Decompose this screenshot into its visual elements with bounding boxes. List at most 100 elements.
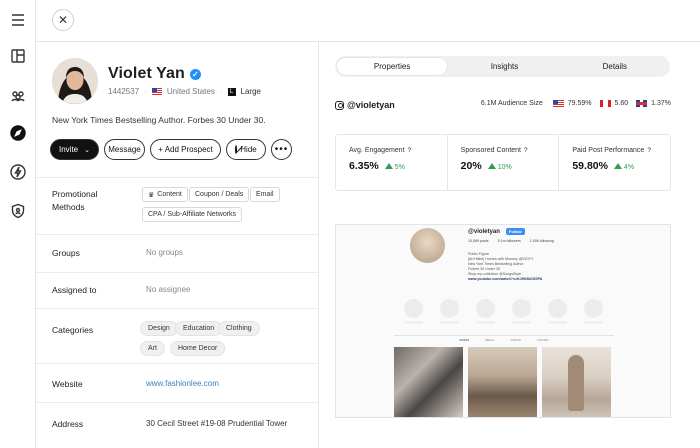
hide-button[interactable]: Hide bbox=[226, 139, 266, 160]
categories-row: Categories Design Education Clothing Art… bbox=[36, 308, 318, 363]
story-highlight-label bbox=[584, 321, 603, 324]
story-highlight bbox=[476, 299, 495, 318]
instagram-preview[interactable]: @violetyan Follow 10,069 posts 5.1m foll… bbox=[335, 224, 671, 418]
promotional-methods-row: Promotional Methods ♛ Content Coupon / D… bbox=[36, 177, 318, 234]
story-highlight-label bbox=[548, 321, 567, 324]
assigned-value[interactable]: No assignee bbox=[146, 285, 190, 294]
stat-value: 6.35% bbox=[349, 160, 379, 172]
help-icon[interactable]: ? bbox=[524, 147, 528, 154]
message-button[interactable]: Message bbox=[104, 139, 145, 160]
chip-coupon: Coupon / Deals bbox=[189, 187, 250, 202]
crown-icon: ♛ bbox=[148, 191, 155, 199]
audience-size: 6.1M Audience Size bbox=[480, 100, 543, 107]
story-highlight-label bbox=[440, 321, 459, 324]
category-clothing: Clothing bbox=[218, 321, 260, 336]
action-bar: Invite ⌄ Message + Add Prospect Hide ••• bbox=[50, 139, 292, 160]
preview-post-image bbox=[468, 347, 537, 417]
invite-label: Invite bbox=[59, 145, 79, 154]
profile-id: 1442537 bbox=[108, 87, 140, 96]
us-flag-icon bbox=[552, 100, 564, 107]
avatar bbox=[52, 58, 98, 104]
profile-panel: Violet Yan ✓ 1442537 · United States · L… bbox=[36, 42, 319, 448]
close-icon: ✕ bbox=[57, 13, 69, 27]
chip-content: ♛ Content bbox=[142, 187, 188, 202]
verified-icon: ✓ bbox=[189, 68, 201, 80]
compass-icon[interactable] bbox=[9, 124, 27, 142]
preview-tab-tagged: TAGGED bbox=[536, 338, 549, 342]
story-highlight bbox=[584, 299, 603, 318]
website-label: Website bbox=[52, 379, 83, 389]
profile-bio: New York Times Bestselling Author. Forbe… bbox=[52, 115, 266, 125]
website-link[interactable]: www.fashionlee.com bbox=[146, 379, 219, 388]
preview-tab-videos: VIDEOS bbox=[510, 338, 521, 342]
preview-bio: Public Figure [Art+Mike] Homes with Momm… bbox=[468, 252, 542, 282]
hide-icon bbox=[235, 145, 244, 154]
category-home-decor: Home Decor bbox=[170, 341, 226, 356]
preview-tab-reels: REELS bbox=[485, 338, 495, 342]
stat-delta: 5% bbox=[384, 163, 405, 171]
instagram-handle[interactable]: @violetyan bbox=[347, 100, 395, 110]
groups-row: Groups No groups bbox=[36, 234, 318, 272]
more-options-button[interactable]: ••• bbox=[271, 139, 292, 160]
audience-uk-pct: 1.37% bbox=[651, 100, 671, 107]
chip-email: Email bbox=[250, 187, 280, 202]
preview-handle: @violetyan bbox=[468, 228, 500, 235]
address-value: 30 Cecil Street #19-08 Prudential Tower bbox=[146, 419, 288, 428]
preview-handle-row: @violetyan Follow bbox=[468, 228, 525, 235]
tab-insights[interactable]: Insights bbox=[449, 56, 559, 77]
lightning-icon[interactable] bbox=[9, 163, 27, 181]
preview-post-image bbox=[394, 347, 463, 417]
chevron-down-icon: ⌄ bbox=[84, 146, 90, 154]
story-highlight bbox=[512, 299, 531, 318]
help-icon[interactable]: ? bbox=[408, 147, 412, 154]
website-row: Website www.fashionlee.com bbox=[36, 363, 318, 402]
profile-name: Violet Yan bbox=[108, 65, 185, 82]
stat-delta: 4% bbox=[613, 163, 635, 171]
address-row: Address 30 Cecil Street #19-08 Prudentia… bbox=[36, 402, 318, 448]
audience-us-pct: 79.59% bbox=[567, 100, 592, 107]
story-highlight-label bbox=[512, 321, 531, 324]
top-bar: ✕ bbox=[36, 0, 700, 42]
add-prospect-button[interactable]: + Add Prospect bbox=[150, 139, 221, 160]
profile-name-row: Violet Yan ✓ bbox=[108, 65, 201, 83]
help-icon[interactable]: ? bbox=[647, 147, 651, 154]
stat-title: Sponsored Content bbox=[460, 147, 521, 154]
menu-icon[interactable] bbox=[9, 11, 27, 29]
trend-up-icon bbox=[613, 163, 622, 169]
trend-up-icon bbox=[384, 163, 393, 169]
audience-ca-pct: 5.60 bbox=[614, 100, 629, 107]
category-art: Art bbox=[140, 341, 165, 356]
stat-delta-value: 4% bbox=[623, 164, 635, 171]
instagram-icon bbox=[335, 100, 344, 110]
instagram-header: @violetyan 6.1M Audience Size 79.59% 5.6… bbox=[335, 98, 671, 112]
stat-paid-post-performance: Paid Post Performance? 59.80% 4% bbox=[559, 135, 670, 190]
stat-delta: 10% bbox=[487, 163, 512, 171]
stat-value: 59.80% bbox=[572, 160, 608, 172]
profile-size: Large bbox=[240, 87, 261, 96]
stat-title: Avg. Engagement bbox=[349, 147, 405, 154]
tab-details[interactable]: Details bbox=[560, 56, 670, 77]
invite-button[interactable]: Invite ⌄ bbox=[50, 139, 99, 160]
groups-label: Groups bbox=[52, 248, 80, 258]
meta-separator: · bbox=[219, 87, 223, 96]
layout-icon[interactable] bbox=[9, 47, 27, 65]
shield-icon[interactable] bbox=[9, 202, 27, 220]
preview-following: 1,006 following bbox=[529, 239, 554, 243]
stats-panel: Avg. Engagement? 6.35% 5% Sponsored Conte… bbox=[335, 134, 671, 191]
stat-avg-engagement: Avg. Engagement? 6.35% 5% bbox=[336, 135, 448, 190]
stat-delta-value: 5% bbox=[394, 164, 405, 171]
canada-flag-icon bbox=[599, 100, 611, 107]
assigned-label: Assigned to bbox=[52, 285, 97, 295]
preview-followers: 5.1m followers bbox=[497, 239, 521, 243]
meta-separator: · bbox=[144, 87, 147, 96]
uk-flag-icon bbox=[636, 100, 648, 107]
stat-delta-value: 10% bbox=[497, 164, 512, 171]
groups-value[interactable]: No groups bbox=[146, 248, 183, 257]
users-icon[interactable] bbox=[9, 87, 27, 105]
close-button[interactable]: ✕ bbox=[52, 9, 74, 31]
preview-counts: 10,069 posts 5.1m followers 1,006 follow… bbox=[468, 239, 554, 243]
preview-link: www.youtube.com/watch?v=KJ9K9kDSSPA bbox=[468, 277, 543, 281]
trend-up-icon bbox=[487, 163, 496, 169]
tab-properties[interactable]: Properties bbox=[337, 58, 448, 75]
categories-label: Categories bbox=[52, 325, 94, 335]
